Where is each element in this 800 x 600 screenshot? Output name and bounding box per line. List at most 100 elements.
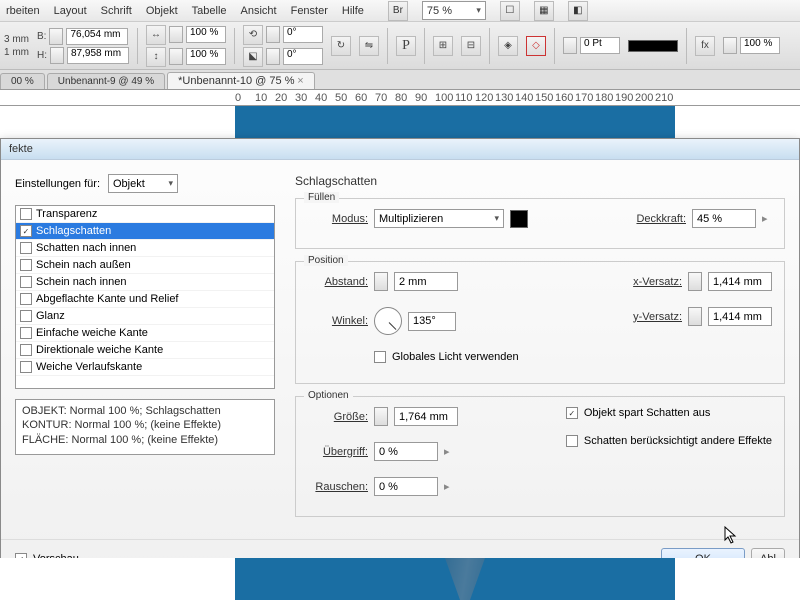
effect-item[interactable]: Einfache weiche Kante — [16, 325, 274, 342]
flip-icon[interactable]: ⇋ — [359, 36, 379, 56]
effect-label: Transparenz — [36, 208, 97, 220]
opacity-field[interactable]: 45 % — [692, 209, 756, 228]
align-icon[interactable]: ⊞ — [433, 36, 453, 56]
effect-checkbox[interactable] — [20, 293, 32, 305]
effect-checkbox[interactable] — [20, 208, 32, 220]
spread-input[interactable]: 0 % — [374, 442, 438, 461]
settings-for-combo[interactable]: Objekt — [108, 174, 178, 193]
x-offset-label: x-Versatz: — [618, 276, 682, 288]
control-bar: 3 mm 1 mm B:76,054 mm H:87,958 mm ↔100 %… — [0, 22, 800, 70]
rotate-cw-icon[interactable]: ↻ — [331, 36, 351, 56]
rotate-icon: ⟲ — [243, 25, 263, 45]
blend-mode-combo[interactable]: Multiplizieren — [374, 209, 504, 228]
effect-item[interactable]: Direktionale weiche Kante — [16, 342, 274, 359]
opacity-input[interactable]: 100 % — [740, 37, 780, 54]
effect-checkbox[interactable] — [20, 225, 32, 237]
canvas-bottom — [0, 558, 800, 600]
distance-label: Abstand: — [308, 276, 368, 288]
y-offset-input[interactable]: 1,414 mm — [708, 307, 772, 326]
tab-active[interactable]: *Unbenannt-10 @ 75 % × — [167, 72, 315, 89]
effect-item[interactable]: Schlagschatten — [16, 223, 274, 240]
menu-item[interactable]: Hilfe — [342, 5, 364, 17]
scale-y-icon: ↕ — [146, 47, 166, 67]
size-input[interactable]: 1,764 mm — [394, 407, 458, 426]
zoom-combo[interactable]: 75 % — [422, 1, 486, 20]
view-mode-icon[interactable]: ▦ — [534, 1, 554, 21]
effect-item[interactable]: Glanz — [16, 308, 274, 325]
x-offset-input[interactable]: 1,414 mm — [708, 272, 772, 291]
other-effects-checkbox[interactable] — [566, 435, 578, 447]
horizontal-ruler: 0102030405060708090100110120130140150160… — [0, 90, 800, 106]
select-container-icon[interactable]: ◈ — [498, 36, 518, 56]
angle-input[interactable]: 135° — [408, 312, 456, 331]
screen-mode-icon[interactable]: ☐ — [500, 1, 520, 21]
menu-item[interactable]: Tabelle — [192, 5, 227, 17]
arrange-icon[interactable]: ◧ — [568, 1, 588, 21]
effects-list: Transparenz Schlagschatten Schatten nach i… — [15, 205, 275, 389]
distance-input[interactable]: 2 mm — [394, 272, 458, 291]
cursor-icon — [724, 526, 738, 544]
stroke-weight-input[interactable]: 0 Pt — [580, 37, 620, 54]
opacity-flyout[interactable]: ▸ — [762, 209, 772, 228]
width-input[interactable]: 76,054 mm — [66, 28, 128, 45]
height-input[interactable]: 87,958 mm — [67, 47, 129, 64]
y-offset-label: y-Versatz: — [618, 311, 682, 323]
x-label: 3 mm — [4, 34, 29, 45]
angle-dial[interactable] — [374, 307, 402, 335]
options-fieldset: Optionen Größe: 1,764 mm Übergriff: 0 % … — [295, 396, 785, 517]
tab[interactable]: Unbenannt-9 @ 49 % — [47, 73, 165, 89]
effect-checkbox[interactable] — [20, 242, 32, 254]
shadow-color-swatch[interactable] — [510, 210, 528, 228]
effect-item[interactable]: Schein nach innen — [16, 274, 274, 291]
other-effects-label: Schatten berücksichtigt andere Effekte — [584, 435, 772, 447]
effect-item[interactable]: Transparenz — [16, 206, 274, 223]
select-content-icon[interactable]: ◇ — [526, 36, 546, 56]
effect-item[interactable]: Schatten nach innen — [16, 240, 274, 257]
menu-item[interactable]: Ansicht — [241, 5, 277, 17]
dialog-title: fekte — [1, 139, 799, 160]
noise-input[interactable]: 0 % — [374, 477, 438, 496]
spread-flyout[interactable]: ▸ — [444, 442, 454, 461]
effect-label: Direktionale weiche Kante — [36, 344, 163, 356]
effects-dialog: fekte Einstellungen für: Objekt Transpar… — [0, 138, 800, 583]
menu-item[interactable]: Fenster — [291, 5, 328, 17]
text-frame-icon[interactable]: P — [396, 36, 416, 56]
effect-item[interactable]: Schein nach außen — [16, 257, 274, 274]
menu-item[interactable]: Objekt — [146, 5, 178, 17]
effect-checkbox[interactable] — [20, 361, 32, 373]
tab[interactable]: 00 % — [0, 73, 45, 89]
spinner[interactable] — [374, 407, 388, 426]
menu-item[interactable]: rbeiten — [6, 5, 40, 17]
global-light-checkbox[interactable] — [374, 351, 386, 363]
noise-flyout[interactable]: ▸ — [444, 477, 454, 496]
effect-checkbox[interactable] — [20, 276, 32, 288]
bridge-icon[interactable]: Br — [388, 1, 408, 21]
shear-input[interactable]: 0° — [283, 48, 323, 65]
menu-item[interactable]: Schrift — [101, 5, 132, 17]
global-light-label: Globales Licht verwenden — [392, 351, 519, 363]
effect-label: Schatten nach innen — [36, 242, 136, 254]
spinner[interactable] — [50, 47, 64, 64]
effect-checkbox[interactable] — [20, 327, 32, 339]
spinner[interactable] — [374, 272, 388, 291]
effects-icon[interactable]: fx — [695, 36, 715, 56]
distribute-icon[interactable]: ⊟ — [461, 36, 481, 56]
spinner[interactable] — [688, 272, 702, 291]
menu-item[interactable]: Layout — [54, 5, 87, 17]
spinner[interactable] — [49, 28, 63, 45]
effect-label: Schein nach außen — [36, 259, 131, 271]
scale-x-input[interactable]: 100 % — [186, 26, 226, 43]
effect-checkbox[interactable] — [20, 310, 32, 322]
knockout-checkbox[interactable] — [566, 407, 578, 419]
effect-label: Weiche Verlaufskante — [36, 361, 142, 373]
rotate-input[interactable]: 0° — [283, 26, 323, 43]
spinner[interactable] — [688, 307, 702, 326]
noise-label: Rauschen: — [308, 481, 368, 493]
effect-checkbox[interactable] — [20, 344, 32, 356]
scale-y-input[interactable]: 100 % — [186, 48, 226, 65]
opacity-label: Deckkraft: — [636, 213, 686, 225]
effect-checkbox[interactable] — [20, 259, 32, 271]
effect-item[interactable]: Abgeflachte Kante und Relief — [16, 291, 274, 308]
effect-item[interactable]: Weiche Verlaufskante — [16, 359, 274, 376]
stroke-style[interactable] — [628, 40, 678, 52]
